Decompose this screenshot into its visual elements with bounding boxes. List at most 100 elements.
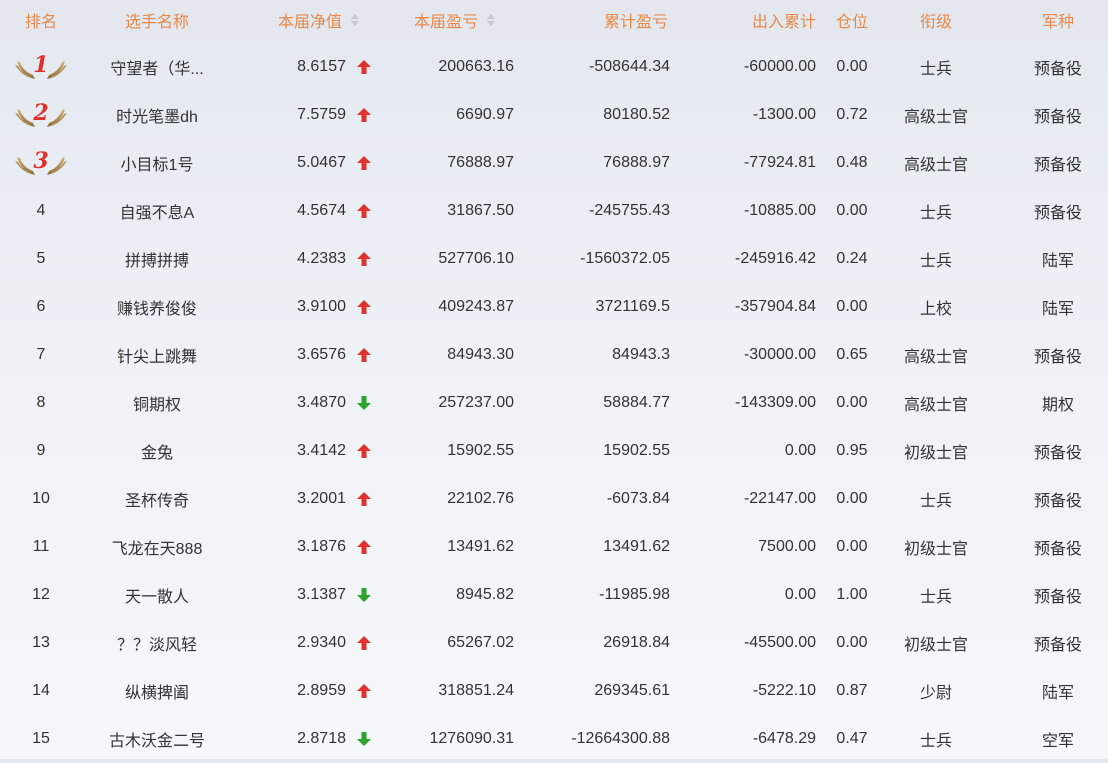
cell-name[interactable]: 纵横捭阖 (82, 667, 232, 715)
cell-cumulative: -6073.84 (514, 475, 670, 523)
table-row[interactable]: 10 圣杯传奇 3.2001 22102.76 -6073.84 -22147.00 0.0… (0, 475, 1108, 523)
nav-value: 8.6157 (297, 58, 346, 75)
cell-flow: -30000.00 (670, 331, 816, 379)
table-row[interactable]: 4 自强不息A 4.5674 31867.50 -245755.43 -10885.00 0… (0, 187, 1108, 235)
cell-name[interactable]: 古木沃金二号 (82, 715, 232, 763)
cumulative-value: -245755.43 (589, 202, 670, 219)
cell-nav: 2.9340 (232, 619, 372, 667)
title-value: 高级士官 (903, 109, 968, 126)
table-row[interactable]: 8 铜期权 3.4870 257237.00 58884.77 -143309.00 0.0… (0, 379, 1108, 427)
cumulative-value: 13491.62 (603, 538, 670, 555)
player-name[interactable]: 圣杯传奇 (125, 487, 189, 511)
cell-name[interactable]: 守望者（华... (82, 43, 232, 91)
pnl-value: 84943.30 (447, 346, 514, 363)
table-row[interactable]: 5 拼搏拼搏 4.2383 527706.10 -1560372.05 -245916.4… (0, 235, 1108, 283)
player-name[interactable]: 铜期权 (133, 391, 181, 415)
cell-name[interactable]: 天一散人 (82, 571, 232, 619)
branch-value: 预备役 (1033, 205, 1082, 222)
sort-icon[interactable] (350, 13, 360, 27)
cell-name[interactable]: ？？淡风轻 (82, 619, 232, 667)
col-header-nav-label[interactable]: 本届净值 (278, 8, 342, 32)
col-header-title: 衔级 (888, 0, 984, 40)
rank-number: 14 (32, 682, 50, 699)
table-row[interactable]: 3 小目标1号 5.0467 76888.97 76888.97 -77924.81 0.4… (0, 139, 1108, 187)
cumulative-value: 269345.61 (594, 682, 670, 699)
cell-name[interactable]: 拼搏拼搏 (82, 235, 232, 283)
arrow-up-icon (356, 107, 372, 123)
cell-position: 0.00 (816, 283, 888, 331)
cell-position: 0.00 (816, 523, 888, 571)
player-name[interactable]: 飞龙在天888 (112, 535, 203, 559)
cell-name[interactable]: 时光笔墨dh (82, 91, 232, 139)
cell-cumulative: 84943.3 (514, 331, 670, 379)
player-name[interactable]: 守望者（华... (110, 55, 203, 79)
nav-value: 3.1876 (297, 538, 346, 555)
table-row[interactable]: 1 守望者（华... 8.6157 200663.16 -508644.34 -60000… (0, 43, 1108, 91)
player-name[interactable]: 天一散人 (125, 583, 189, 607)
cell-branch: 预备役 (1008, 187, 1108, 235)
player-name[interactable]: 自强不息A (120, 199, 195, 223)
cell-branch: 预备役 (1008, 571, 1108, 619)
branch-value: 预备役 (1033, 493, 1082, 510)
arrow-up-icon (356, 539, 372, 555)
cell-position: 0.65 (816, 331, 888, 379)
table-row[interactable]: 6 赚钱养俊俊 3.9100 409243.87 3721169.5 -357904.84… (0, 283, 1108, 331)
table-row[interactable]: 11 飞龙在天888 3.1876 13491.62 13491.62 7500.00 0.… (0, 523, 1108, 571)
cell-position: 0.00 (816, 187, 888, 235)
col-header-nav[interactable]: 本届净值 (232, 0, 360, 40)
player-name[interactable]: 古木沃金二号 (109, 727, 205, 751)
col-header-name: 选手名称 (82, 0, 232, 40)
player-name[interactable]: 纵横捭阖 (125, 679, 189, 703)
cell-name[interactable]: 小目标1号 (82, 139, 232, 187)
rank-number: 10 (32, 490, 50, 507)
col-header-position: 仓位 (816, 0, 888, 40)
position-value: 0.00 (836, 298, 868, 315)
player-name[interactable]: 时光笔墨dh (116, 103, 198, 127)
cell-branch: 预备役 (1008, 523, 1108, 571)
cell-name[interactable]: 铜期权 (82, 379, 232, 427)
cumulative-value: -508644.34 (589, 58, 670, 75)
cell-name[interactable]: 自强不息A (82, 187, 232, 235)
cell-name[interactable]: 飞龙在天888 (82, 523, 232, 571)
sort-icon[interactable] (486, 13, 496, 27)
arrow-up-icon (356, 299, 372, 315)
table-row[interactable]: 12 天一散人 3.1387 8945.82 -11985.98 0.00 1.00 士兵 预备… (0, 571, 1108, 619)
flow-value: -10885.00 (743, 202, 816, 219)
cumulative-value: -11985.98 (599, 586, 670, 603)
position-value: 0.00 (836, 202, 868, 219)
cumulative-value: -6073.84 (606, 490, 670, 507)
cell-pnl: 22102.76 (372, 475, 514, 523)
col-header-title-label: 衔级 (919, 14, 952, 31)
table-row[interactable]: 2 时光笔墨dh 7.5759 6690.97 80180.52 -1300.00 0.72… (0, 91, 1108, 139)
cell-name[interactable]: 针尖上跳舞 (82, 331, 232, 379)
table-row[interactable]: 7 针尖上跳舞 3.6576 84943.30 84943.3 -30000.00 0.65… (0, 331, 1108, 379)
pnl-value: 15902.55 (447, 442, 514, 459)
player-name[interactable]: 金兔 (141, 439, 173, 463)
table-row[interactable]: 9 金兔 3.4142 15902.55 15902.55 0.00 0.95 初级士官 预备役 (0, 427, 1108, 475)
flow-value: -1300.00 (752, 106, 816, 123)
cell-rank: 3 (0, 139, 82, 187)
cell-name[interactable]: 赚钱养俊俊 (82, 283, 232, 331)
cell-nav: 3.6576 (232, 331, 372, 379)
cell-position: 0.48 (816, 139, 888, 187)
cell-cumulative: 15902.55 (514, 427, 670, 475)
branch-value: 预备役 (1033, 637, 1082, 654)
player-name[interactable]: 针尖上跳舞 (117, 343, 197, 367)
col-header-pnl-label[interactable]: 本届盈亏 (414, 8, 478, 32)
table-row[interactable]: 15 古木沃金二号 2.8718 1276090.31 -12664300.88 -647… (0, 715, 1108, 763)
col-header-flow-label: 出入累计 (751, 14, 816, 31)
player-name[interactable]: ？？淡风轻 (117, 631, 197, 655)
table-row[interactable]: 13 ？？淡风轻 2.9340 65267.02 26918.84 -45500.00 0.… (0, 619, 1108, 667)
cell-name[interactable]: 金兔 (82, 427, 232, 475)
player-name[interactable]: 拼搏拼搏 (125, 247, 189, 271)
table-row[interactable]: 14 纵横捭阖 2.8959 318851.24 269345.61 -5222.10 0.… (0, 667, 1108, 715)
branch-value: 预备役 (1033, 349, 1082, 366)
nav-value: 7.5759 (297, 106, 346, 123)
cell-name[interactable]: 圣杯传奇 (82, 475, 232, 523)
player-name[interactable]: 赚钱养俊俊 (117, 295, 197, 319)
cell-title: 高级士官 (888, 91, 984, 139)
player-name[interactable]: 小目标1号 (121, 151, 194, 175)
col-header-pnl[interactable]: 本届盈亏 (372, 0, 496, 40)
arrow-up-icon (356, 683, 372, 699)
rank-number: 12 (32, 586, 50, 603)
